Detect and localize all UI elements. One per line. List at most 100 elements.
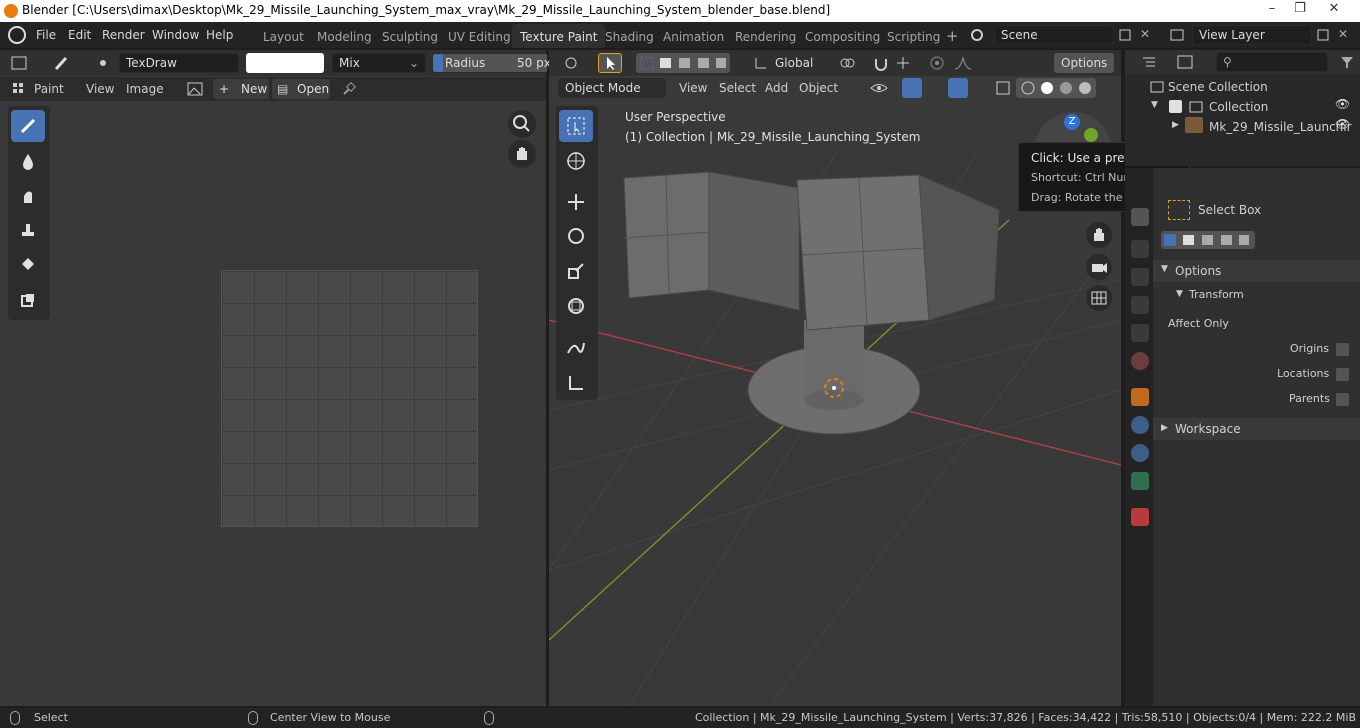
outliner-object[interactable]: Mk_29_Missile_Launchir — [1209, 120, 1352, 134]
select-cursor-icon[interactable] — [598, 53, 622, 73]
tab-layout[interactable]: Layout — [255, 24, 312, 48]
transform-section-title[interactable]: Transform — [1189, 288, 1244, 301]
maximize-button[interactable]: ❐ — [1286, 0, 1314, 20]
options-dropdown[interactable]: Options — [1054, 53, 1114, 73]
outliner-editor-type-icon[interactable] — [1138, 52, 1160, 72]
editor-type-3d-icon[interactable] — [560, 53, 582, 73]
snap-target-icon[interactable] — [892, 53, 914, 73]
view-layer-field[interactable]: View Layer — [1192, 25, 1312, 45]
annotate-tool-icon[interactable] — [559, 331, 593, 363]
scene-tab-icon[interactable] — [1131, 324, 1149, 342]
scene-field[interactable]: Scene — [994, 25, 1114, 45]
physics-tab-icon[interactable] — [1131, 444, 1149, 462]
xray-icon[interactable] — [992, 78, 1014, 98]
pan-hand-icon[interactable] — [508, 140, 536, 168]
tab-uv-editing[interactable]: UV Editing — [440, 24, 519, 48]
modifier-tab-icon[interactable] — [1131, 416, 1149, 434]
world-tab-icon[interactable] — [1131, 352, 1149, 370]
menu-image[interactable]: Image — [126, 82, 164, 96]
draw-tool-icon[interactable] — [11, 110, 45, 142]
outliner-search-input[interactable]: ⚲ — [1216, 52, 1328, 72]
tab-compositing[interactable]: Compositing — [797, 24, 888, 48]
smear-tool-icon[interactable] — [11, 180, 45, 212]
tab-scripting[interactable]: Scripting — [879, 24, 948, 48]
object-eye-icon[interactable]: 👁 — [1335, 117, 1350, 131]
clone-tool-icon[interactable] — [11, 213, 45, 245]
tab-animation[interactable]: Animation — [655, 24, 732, 48]
image-canvas[interactable] — [221, 270, 478, 527]
collection-eye-icon[interactable]: 👁 — [1335, 97, 1350, 111]
transform-tool-icon[interactable] — [559, 290, 593, 322]
gizmo-y-axis-icon[interactable] — [1084, 128, 1098, 142]
close-window-button[interactable]: ✕ — [1320, 0, 1348, 20]
tab-modeling[interactable]: Modeling — [309, 24, 380, 48]
zoom-icon[interactable] — [508, 110, 536, 138]
brush-color-swatch[interactable] — [246, 53, 324, 73]
image-browse-icon[interactable] — [184, 79, 206, 99]
cursor-tool-icon[interactable] — [559, 145, 593, 177]
gizmo-z-axis-icon[interactable]: Z — [1064, 114, 1080, 130]
new-view-layer-icon[interactable] — [1312, 25, 1334, 45]
menu-view[interactable]: View — [86, 82, 114, 96]
constraints-tab-icon[interactable] — [1131, 472, 1149, 490]
output-tab-icon[interactable] — [1131, 268, 1149, 286]
menu-edit[interactable]: Edit — [68, 28, 91, 42]
add-workspace-icon[interactable]: + — [946, 27, 959, 45]
menu-render[interactable]: Render — [102, 28, 145, 42]
scene-icon[interactable] — [966, 25, 988, 45]
render-tab-icon[interactable] — [1131, 240, 1149, 258]
brush-name-field[interactable]: TexDraw — [119, 53, 239, 73]
shading-mode-buttons[interactable] — [1016, 78, 1096, 98]
remove-scene-icon[interactable]: ✕ — [1140, 27, 1150, 41]
gizmo-toggle-icon[interactable] — [902, 78, 922, 98]
transform-orientation-select[interactable]: Global — [768, 53, 828, 73]
menu-file[interactable]: File — [36, 28, 56, 42]
measure-tool-icon[interactable] — [559, 366, 593, 398]
camera-view-icon[interactable] — [1086, 254, 1112, 280]
falloff-icon[interactable] — [952, 53, 974, 73]
object-tab-icon[interactable] — [1131, 388, 1149, 406]
minimize-button[interactable]: – — [1258, 0, 1286, 20]
overlay-toggle-icon[interactable] — [948, 78, 968, 98]
tab-texture-paint[interactable]: Texture Paint — [512, 24, 606, 48]
viewport-pan-icon[interactable] — [1086, 222, 1112, 248]
texture-tab-icon[interactable] — [1131, 508, 1149, 526]
collection-checkbox[interactable] — [1169, 100, 1182, 113]
blender-menu-icon[interactable] — [8, 26, 26, 44]
ortho-grid-icon[interactable] — [1086, 285, 1112, 311]
new-scene-icon[interactable] — [1114, 25, 1136, 45]
pivot-icon[interactable] — [836, 53, 858, 73]
menu-viewport-object[interactable]: Object — [799, 81, 838, 95]
move-tool-icon[interactable] — [559, 186, 593, 218]
menu-viewport-view[interactable]: View — [679, 81, 707, 95]
scale-tool-icon[interactable] — [559, 255, 593, 287]
proportional-edit-icon[interactable] — [926, 53, 948, 73]
menu-help[interactable]: Help — [206, 28, 233, 42]
menu-viewport-select[interactable]: Select — [719, 81, 756, 95]
outliner-scene-collection[interactable]: Scene Collection — [1168, 80, 1268, 94]
selection-mode-row[interactable] — [1161, 231, 1255, 249]
object-expand-icon[interactable]: ▶ — [1172, 120, 1179, 130]
soften-tool-icon[interactable] — [11, 145, 45, 177]
menu-viewport-add[interactable]: Add — [765, 81, 788, 95]
editor-type-icon[interactable] — [8, 53, 30, 73]
tab-shading[interactable]: Shading — [597, 24, 662, 48]
brush-dot-icon[interactable] — [92, 53, 114, 73]
selection-mode-buttons[interactable] — [636, 53, 730, 73]
open-image-button[interactable]: ▤ Open — [272, 79, 330, 99]
rotate-tool-icon[interactable] — [559, 220, 593, 252]
blend-mode-select[interactable]: Mix ⌄ — [332, 53, 426, 73]
menu-window[interactable]: Window — [152, 28, 199, 42]
tool-properties-tab-icon[interactable] — [1131, 208, 1149, 226]
radius-slider[interactable]: Radius 50 px — [432, 53, 551, 73]
tab-rendering[interactable]: Rendering — [727, 24, 804, 48]
tab-sculpting[interactable]: Sculpting — [374, 24, 446, 48]
mask-tool-icon[interactable] — [11, 284, 45, 316]
visibility-icon[interactable] — [868, 78, 890, 98]
locations-checkbox[interactable] — [1336, 368, 1349, 381]
parents-checkbox[interactable] — [1336, 393, 1349, 406]
filter-icon[interactable] — [1336, 52, 1358, 72]
brush-icon[interactable] — [50, 53, 72, 73]
remove-view-layer-icon[interactable]: ✕ — [1338, 27, 1348, 41]
collection-expand-icon[interactable]: ▼ — [1151, 100, 1158, 110]
